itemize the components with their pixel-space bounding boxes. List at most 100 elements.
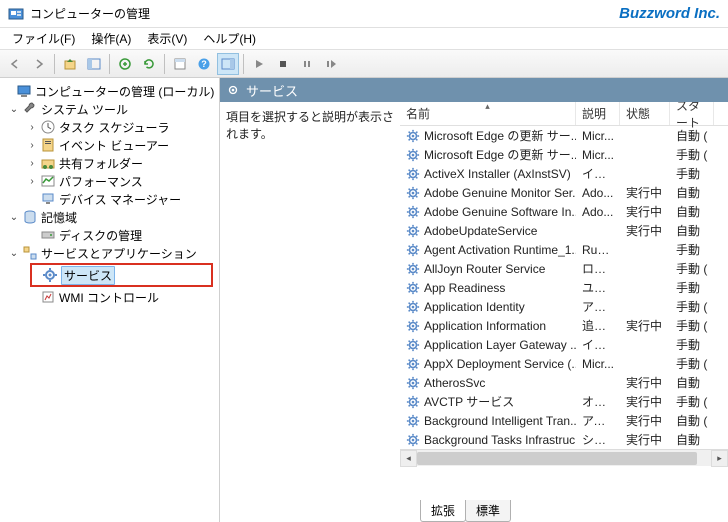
perf-icon xyxy=(40,173,56,189)
tree-wmi-control[interactable]: WMI コントロール xyxy=(0,288,219,306)
tree-storage[interactable]: ⌄ 記憶域 xyxy=(0,208,219,226)
stop-button[interactable] xyxy=(272,53,294,75)
service-row[interactable]: App Readinessユーザ...手動 xyxy=(400,278,728,297)
cell-startup: 手動 ( xyxy=(670,355,714,372)
services-list[interactable]: ▴ 名前 説明 状態 スタート Microsoft Edge の更新 サー...… xyxy=(400,102,728,500)
service-row[interactable]: Background Intelligent Tran...アイド...実行中自… xyxy=(400,411,728,430)
scroll-left-arrow[interactable]: ◂ xyxy=(400,450,417,467)
tree-system-tools[interactable]: ⌄ システム ツール xyxy=(0,100,219,118)
service-row[interactable]: AdobeUpdateService実行中自動 xyxy=(400,221,728,240)
chevron-down-icon[interactable]: ⌄ xyxy=(8,104,20,115)
cell-desc: Micr... xyxy=(576,357,620,371)
service-row[interactable]: Adobe Genuine Monitor Ser...Ado...実行中自動 xyxy=(400,183,728,202)
cell-name: Application Identity xyxy=(400,300,576,314)
tree-task-scheduler[interactable]: › タスク スケジューラ xyxy=(0,118,219,136)
restart-button[interactable] xyxy=(320,53,342,75)
service-row[interactable]: AtherosSvc実行中自動 xyxy=(400,373,728,392)
action-pane-button[interactable] xyxy=(217,53,239,75)
brand-label: Buzzword Inc. xyxy=(619,5,720,22)
play-button[interactable] xyxy=(248,53,270,75)
forward-button[interactable] xyxy=(28,53,50,75)
title-bar: コンピューターの管理 Buzzword Inc. xyxy=(0,0,728,28)
service-row[interactable]: Adobe Genuine Software In...Ado...実行中自動 xyxy=(400,202,728,221)
tree-event-viewer[interactable]: › イベント ビューアー xyxy=(0,136,219,154)
tree-label: デバイス マネージャー xyxy=(59,191,181,208)
tree-root[interactable]: コンピューターの管理 (ローカル) xyxy=(0,82,219,100)
tree-services[interactable]: サービス xyxy=(32,266,211,284)
tree-shared-folders[interactable]: › 共有フォルダー xyxy=(0,154,219,172)
tree-performance[interactable]: › パフォーマンス xyxy=(0,172,219,190)
service-rows: Microsoft Edge の更新 サー...Micr...自動 (Micro… xyxy=(400,126,728,449)
cell-name: ActiveX Installer (AxInstSV) xyxy=(400,167,576,181)
cell-startup: 自動 xyxy=(670,431,714,448)
cell-startup: 自動 xyxy=(670,374,714,391)
svcapps-icon xyxy=(22,245,38,261)
description-text: 項目を選択すると説明が表示されます。 xyxy=(226,110,394,141)
horizontal-scrollbar[interactable]: ◂ ▸ xyxy=(400,449,728,466)
cell-name: Adobe Genuine Software In... xyxy=(400,205,576,219)
col-status[interactable]: 状態 xyxy=(620,102,670,125)
nav-tree[interactable]: コンピューターの管理 (ローカル) ⌄ システム ツール › タスク スケジュー… xyxy=(0,78,220,522)
up-button[interactable] xyxy=(59,53,81,75)
cell-name: Agent Activation Runtime_1... xyxy=(400,243,576,257)
footer-tabs: 拡張 標準 xyxy=(220,500,728,522)
col-description[interactable]: 説明 xyxy=(576,102,620,125)
service-row[interactable]: Application Identityアプリ...手動 ( xyxy=(400,297,728,316)
service-row[interactable]: ActiveX Installer (AxInstSV)インタ...手動 xyxy=(400,164,728,183)
chevron-right-icon[interactable]: › xyxy=(26,140,38,151)
export-button[interactable] xyxy=(114,53,136,75)
menu-help[interactable]: ヘルプ(H) xyxy=(195,28,264,49)
refresh-button[interactable] xyxy=(138,53,160,75)
service-row[interactable]: Application Information追加...実行中手動 ( xyxy=(400,316,728,335)
help-button[interactable]: ? xyxy=(193,53,215,75)
disk-icon xyxy=(40,227,56,243)
service-row[interactable]: AllJoyn Router Serviceローカ...手動 ( xyxy=(400,259,728,278)
tree-device-manager[interactable]: デバイス マネージャー xyxy=(0,190,219,208)
col-startup-label: スタート xyxy=(676,102,707,131)
clock-icon xyxy=(40,119,56,135)
tree-label: WMI コントロール xyxy=(59,289,159,306)
chevron-down-icon[interactable]: ⌄ xyxy=(8,212,20,223)
service-row[interactable]: AVCTP サービスオーデ...実行中手動 ( xyxy=(400,392,728,411)
service-row[interactable]: Background Tasks Infrastruc...システ...実行中自… xyxy=(400,430,728,449)
service-row[interactable]: Microsoft Edge の更新 サー...Micr...手動 ( xyxy=(400,145,728,164)
tab-extended[interactable]: 拡張 xyxy=(420,500,466,522)
menu-view[interactable]: 表示(V) xyxy=(139,28,195,49)
cell-name: Application Layer Gateway ... xyxy=(400,338,576,352)
cell-desc: 追加... xyxy=(576,317,620,334)
chevron-right-icon[interactable]: › xyxy=(26,122,38,133)
col-name[interactable]: ▴ 名前 xyxy=(400,102,576,125)
cell-startup: 手動 ( xyxy=(670,298,714,315)
cell-startup: 手動 ( xyxy=(670,260,714,277)
services-header: サービス xyxy=(220,78,728,102)
cell-status: 実行中 xyxy=(620,222,670,239)
folder-share-icon xyxy=(40,155,56,171)
gear-icon xyxy=(42,267,58,283)
menu-file[interactable]: ファイル(F) xyxy=(4,28,83,49)
tree-services-apps[interactable]: ⌄ サービスとアプリケーション xyxy=(0,244,219,262)
tab-standard[interactable]: 標準 xyxy=(465,500,511,522)
computer-icon xyxy=(16,83,32,99)
menu-action[interactable]: 操作(A) xyxy=(83,28,139,49)
service-row[interactable]: AppX Deployment Service (...Micr...手動 ( xyxy=(400,354,728,373)
col-startup[interactable]: スタート xyxy=(670,102,714,125)
chevron-right-icon[interactable]: › xyxy=(26,176,38,187)
wrench-icon xyxy=(22,101,38,117)
pause-button[interactable] xyxy=(296,53,318,75)
back-button[interactable] xyxy=(4,53,26,75)
tree-disk-mgmt[interactable]: ディスクの管理 xyxy=(0,226,219,244)
cell-status: 実行中 xyxy=(620,393,670,410)
scroll-thumb[interactable] xyxy=(417,452,697,465)
chevron-down-icon[interactable]: ⌄ xyxy=(8,248,20,259)
chevron-right-icon[interactable]: › xyxy=(26,158,38,169)
menu-bar: ファイル(F) 操作(A) 表示(V) ヘルプ(H) xyxy=(0,28,728,50)
description-pane: 項目を選択すると説明が表示されます。 xyxy=(220,102,400,500)
scroll-right-arrow[interactable]: ▸ xyxy=(711,450,728,467)
service-row[interactable]: Agent Activation Runtime_1...Runti...手動 xyxy=(400,240,728,259)
toolbar: ? xyxy=(0,50,728,78)
show-hide-tree-button[interactable] xyxy=(83,53,105,75)
cell-name: Application Information xyxy=(400,319,576,333)
cell-startup: 手動 xyxy=(670,279,714,296)
service-row[interactable]: Application Layer Gateway ...インタ...手動 xyxy=(400,335,728,354)
properties-button[interactable] xyxy=(169,53,191,75)
